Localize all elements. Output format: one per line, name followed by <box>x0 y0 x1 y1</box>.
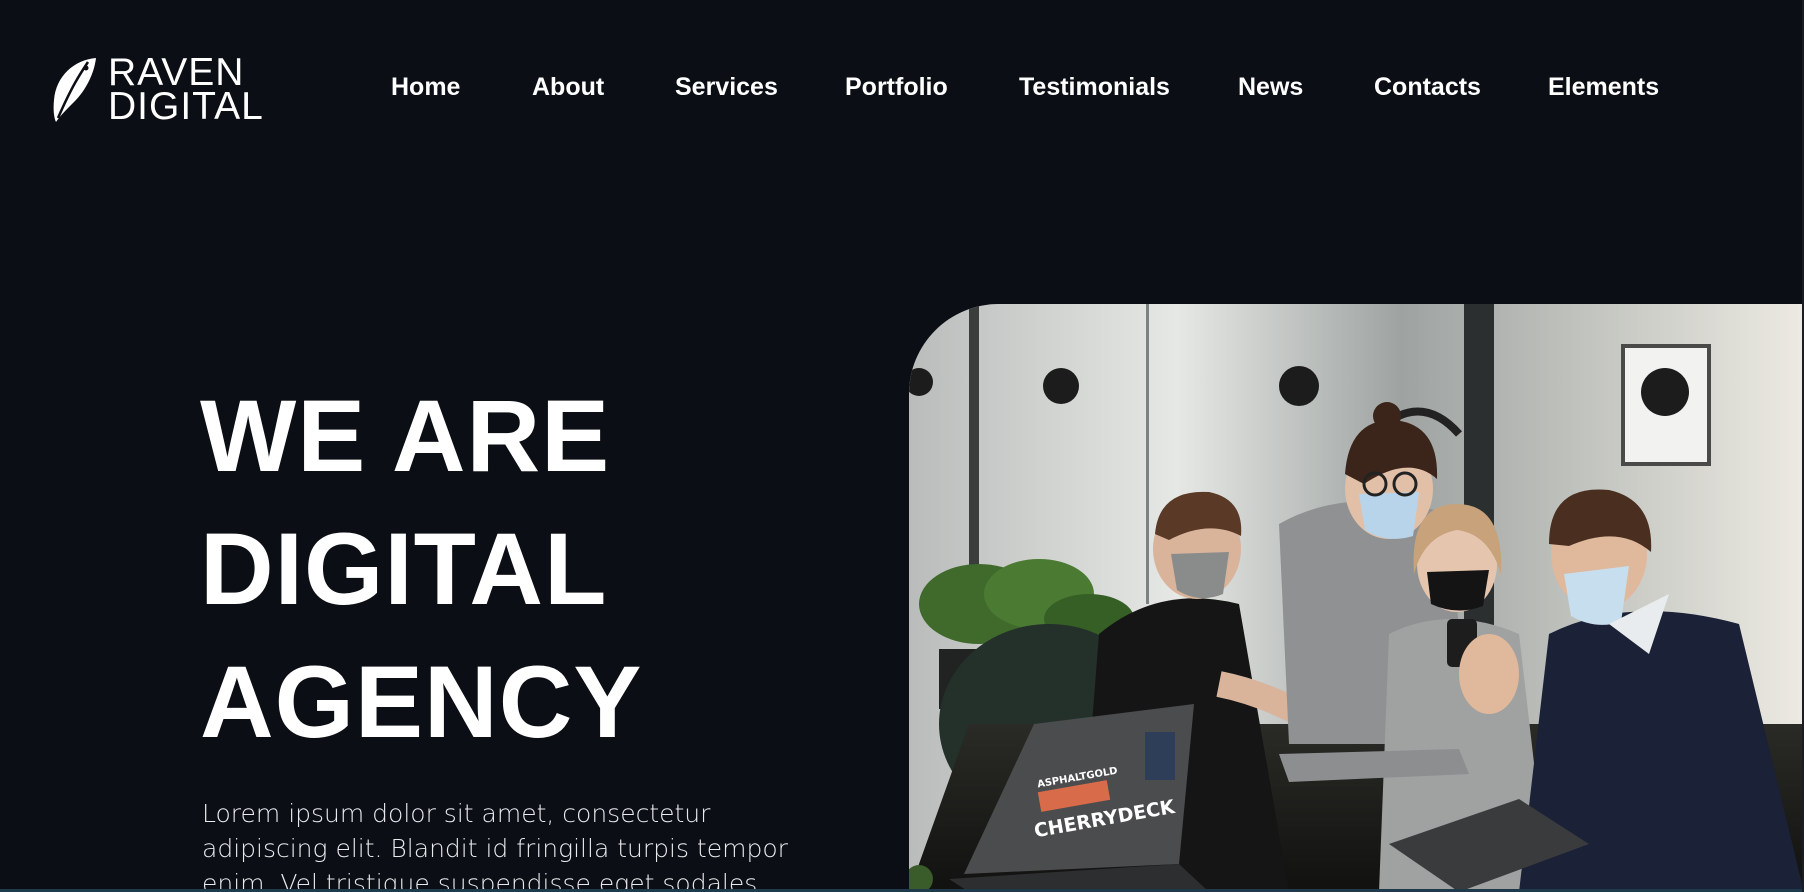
hero-title-line-1: WE ARE <box>200 379 611 493</box>
hero-title-line-3: AGENCY <box>200 645 643 759</box>
nav-home[interactable]: Home <box>391 73 460 102</box>
nav-portfolio[interactable]: Portfolio <box>845 73 948 102</box>
hero-description: Lorem ipsum dolor sit amet, consectetur … <box>202 799 788 892</box>
nav-about[interactable]: About <box>532 73 604 102</box>
nav-elements[interactable]: Elements <box>1548 73 1659 102</box>
nav-services[interactable]: Services <box>675 73 778 102</box>
logo[interactable]: RAVEN DIGITAL <box>52 53 264 128</box>
raven-feather-icon <box>53 58 96 122</box>
nav-contacts[interactable]: Contacts <box>1374 73 1481 102</box>
nav-testimonials[interactable]: Testimonials <box>1019 73 1170 102</box>
brand-line-2: DIGITAL <box>108 85 264 128</box>
nav-news[interactable]: News <box>1238 73 1303 102</box>
page: RAVEN DIGITAL Home About Services Portfo… <box>0 0 1804 892</box>
brand-name: RAVEN DIGITAL <box>108 53 264 128</box>
hero-photo: CHERRYDECK ASPHALTGOLD <box>909 304 1804 892</box>
hero-title-line-2: DIGITAL <box>200 512 608 626</box>
team-photo-illustration: CHERRYDECK ASPHALTGOLD <box>909 304 1804 892</box>
hero-title: WE ARE DIGITAL AGENCY <box>200 370 642 769</box>
